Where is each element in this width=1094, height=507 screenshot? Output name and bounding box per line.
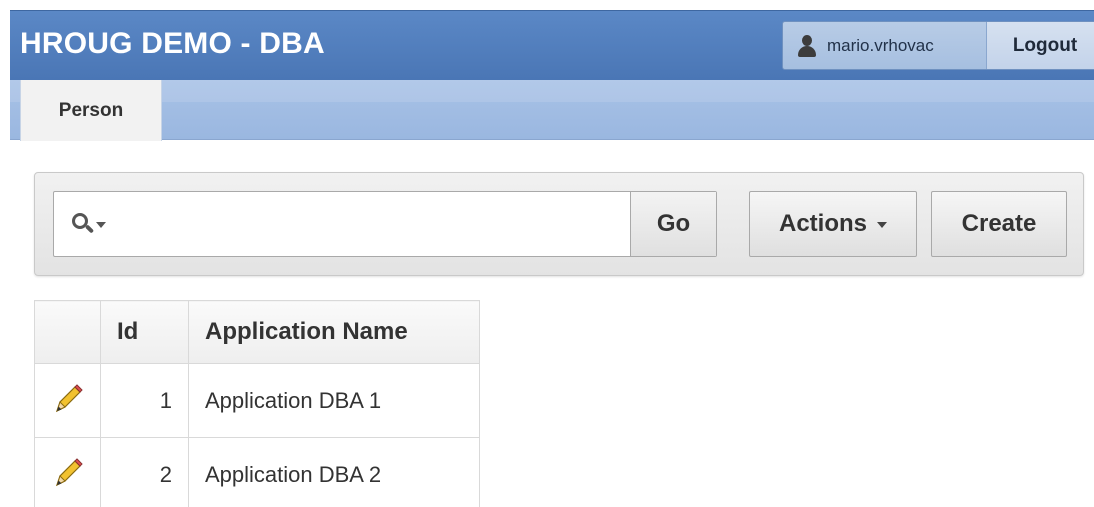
user-navigation: mario.vrhovac Logout [782, 21, 1094, 70]
column-header-application-name[interactable]: Application Name [188, 300, 480, 364]
tab-person[interactable]: Person [20, 80, 162, 141]
cell-application-name: Application DBA 2 [188, 437, 480, 507]
cell-id: 1 [100, 363, 189, 438]
user-name: mario.vrhovac [827, 35, 934, 55]
actions-label: Actions [778, 210, 867, 237]
go-button[interactable]: Go [630, 192, 716, 256]
tab-bar: Person [10, 80, 1094, 141]
search-column-selector[interactable] [54, 192, 124, 256]
column-header-edit [34, 300, 101, 364]
search-field: Go [53, 191, 717, 257]
caret-down-icon [96, 222, 106, 228]
pencil-icon [55, 383, 83, 412]
create-button[interactable]: Create [931, 191, 1067, 257]
search-icon [72, 213, 95, 235]
column-header-id[interactable]: Id [100, 300, 189, 364]
app-title: HROUG DEMO - DBA [20, 27, 325, 60]
edit-link[interactable] [34, 437, 101, 507]
report-table: Id Application Name 1 Application DBA 1 [34, 300, 480, 507]
user-icon [797, 34, 817, 58]
table-row: 2 Application DBA 2 [34, 437, 480, 507]
logout-button[interactable]: Logout [987, 22, 1094, 69]
actions-button[interactable]: Actions [749, 191, 917, 257]
edit-link[interactable] [34, 363, 101, 438]
table-row: 1 Application DBA 1 [34, 363, 480, 438]
cell-id: 2 [100, 437, 189, 507]
app-header: HROUG DEMO - DBA mario.vrhovac Logout [10, 10, 1094, 80]
search-input[interactable] [124, 192, 630, 256]
caret-down-icon [877, 222, 887, 228]
report-toolbar: Go Actions Create [34, 172, 1084, 276]
pencil-icon [55, 457, 83, 486]
table-header-row: Id Application Name [34, 300, 480, 364]
user-menu-button[interactable]: mario.vrhovac [783, 22, 987, 69]
cell-application-name: Application DBA 1 [188, 363, 480, 438]
